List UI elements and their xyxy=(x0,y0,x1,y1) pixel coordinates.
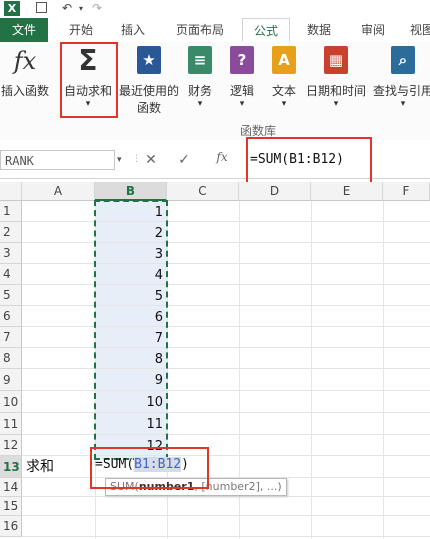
logical-button[interactable]: ? 逻辑 ▾ xyxy=(224,46,260,118)
tab-data[interactable]: 数据 xyxy=(296,18,342,42)
column-header-b[interactable]: B xyxy=(95,182,167,201)
column-gridline xyxy=(311,201,312,539)
chevron-down-icon: ▾ xyxy=(400,99,406,109)
row-header[interactable]: 6 xyxy=(0,306,22,327)
column-header-f[interactable]: F xyxy=(383,182,430,201)
row-header[interactable]: 5 xyxy=(0,285,22,306)
row-gridline xyxy=(22,242,430,243)
recently-used-label: 最近使用的 xyxy=(118,84,179,98)
column-header-a[interactable]: A xyxy=(22,182,95,201)
row-gridline xyxy=(22,326,430,327)
formula-bar-grip[interactable]: ⋮ xyxy=(132,154,141,164)
chevron-down-icon: ▾ xyxy=(197,99,203,109)
range-marquee xyxy=(94,200,168,460)
row-gridline xyxy=(22,368,430,369)
chevron-down-icon: ▾ xyxy=(281,99,287,109)
undo-icon[interactable]: ↶ xyxy=(60,1,74,16)
cell-b13-highlight xyxy=(90,447,209,489)
row-gridline xyxy=(22,455,430,456)
chevron-down-icon: ▾ xyxy=(239,99,245,109)
row-gridline xyxy=(22,221,430,222)
save-icon[interactable] xyxy=(36,2,47,13)
name-box[interactable]: RANK xyxy=(0,150,115,170)
column-header-c[interactable]: C xyxy=(167,182,239,201)
tab-page-layout[interactable]: 页面布局 xyxy=(165,18,235,42)
row-gridline xyxy=(22,284,430,285)
autosum-highlight xyxy=(60,42,118,118)
worksheet-grid[interactable]: A B C D E F 1 1 2 2 3 3 4 4 5 5 6 6 7 7 8 8 9 9 10 10 11 11 12… xyxy=(0,182,430,539)
row-header[interactable]: 4 xyxy=(0,264,22,285)
row-header[interactable]: 8 xyxy=(0,348,22,369)
insert-function-label: 插入函数 xyxy=(0,84,49,98)
tab-formulas[interactable]: 公式 xyxy=(242,18,290,42)
financial-label: 财务 xyxy=(187,84,212,98)
cancel-icon[interactable]: ✕ xyxy=(142,150,160,170)
row-header[interactable]: 11 xyxy=(0,413,22,435)
column-header-e[interactable]: E xyxy=(311,182,383,201)
fx-icon: fx xyxy=(13,47,37,75)
recently-used-label2: 函数 xyxy=(136,101,161,115)
date-time-button[interactable]: ▦ 日期和时间 ▾ xyxy=(304,46,368,118)
excel-logo-icon: X xyxy=(4,1,20,16)
recently-used-button[interactable]: ★ 最近使用的 函数 xyxy=(118,46,180,118)
row-gridline xyxy=(22,347,430,348)
question-book-icon: ? xyxy=(229,46,255,76)
row-gridline xyxy=(22,536,430,537)
row-gridline xyxy=(22,434,430,435)
row-header[interactable]: 7 xyxy=(0,327,22,348)
insert-function-button[interactable]: fx 插入函数 xyxy=(0,46,50,118)
star-book-icon: ★ xyxy=(136,46,162,76)
formula-highlight xyxy=(246,137,372,185)
enter-icon[interactable]: ✓ xyxy=(175,150,193,170)
logical-label: 逻辑 xyxy=(229,84,254,98)
row-header[interactable]: 9 xyxy=(0,369,22,391)
column-header-d[interactable]: D xyxy=(239,182,311,201)
row-header[interactable]: 10 xyxy=(0,391,22,413)
title-bar: X ↶ ▾ ↷ xyxy=(0,0,430,18)
redo-icon[interactable]: ↷ xyxy=(90,1,104,16)
row-header[interactable]: 14 xyxy=(0,478,22,497)
row-header[interactable]: 16 xyxy=(0,516,22,537)
text-button[interactable]: A 文本 ▾ xyxy=(266,46,302,118)
row-header[interactable]: 2 xyxy=(0,222,22,243)
row-header[interactable]: 1 xyxy=(0,201,22,222)
tab-file[interactable]: 文件 xyxy=(0,18,48,42)
chevron-down-icon: ▾ xyxy=(333,99,339,109)
row-header[interactable]: 15 xyxy=(0,497,22,516)
text-label: 文本 xyxy=(271,84,296,98)
row-header[interactable]: 3 xyxy=(0,243,22,264)
select-all-corner[interactable] xyxy=(0,182,22,201)
row-gridline xyxy=(22,390,430,391)
coins-book-icon: ≡ xyxy=(187,46,213,76)
financial-button[interactable]: ≡ 财务 ▾ xyxy=(182,46,218,118)
calendar-book-icon: ▦ xyxy=(323,46,349,76)
row-gridline xyxy=(22,515,430,516)
name-box-dropdown-icon[interactable]: ▾ xyxy=(117,150,127,170)
row-gridline xyxy=(22,305,430,306)
column-gridline xyxy=(383,201,384,539)
lookup-reference-button[interactable]: ⌕ 查找与引用 ▾ xyxy=(370,46,430,118)
insert-function-icon[interactable]: fx xyxy=(212,150,232,170)
row-header[interactable]: 13 xyxy=(0,456,22,478)
undo-dropdown-icon[interactable]: ▾ xyxy=(74,1,88,16)
ribbon-tabs: 文件 开始 插入 页面布局 公式 数据 审阅 视图 xyxy=(0,18,430,43)
row-gridline xyxy=(22,496,430,497)
text-book-icon: A xyxy=(271,46,297,76)
row-gridline xyxy=(22,263,430,264)
cell-a13[interactable]: 求和 xyxy=(26,456,54,478)
magnifier-book-icon: ⌕ xyxy=(390,46,416,76)
row-gridline xyxy=(22,412,430,413)
date-time-label: 日期和时间 xyxy=(305,84,366,98)
lookup-reference-label: 查找与引用 xyxy=(372,84,430,98)
tab-insert[interactable]: 插入 xyxy=(110,18,156,42)
tab-home[interactable]: 开始 xyxy=(58,18,104,42)
row-header[interactable]: 12 xyxy=(0,435,22,456)
tab-review[interactable]: 审阅 xyxy=(350,18,396,42)
tab-view[interactable]: 视图 xyxy=(402,18,430,42)
